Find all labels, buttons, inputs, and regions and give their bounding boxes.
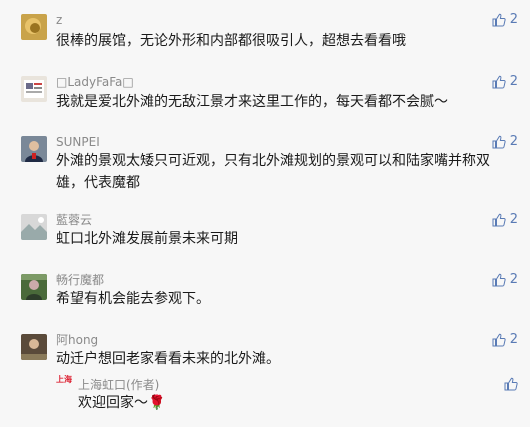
commenter-name[interactable]: SUNPEI <box>56 135 100 149</box>
reply-like-button[interactable] <box>504 376 518 395</box>
like-button[interactable]: 2 <box>492 74 518 89</box>
thumbs-up-icon <box>492 273 506 286</box>
comment-text: 外滩的景观太矮只可近观，只有北外滩规划的景观可以和陆家嘴并称双雄，代表魔都 <box>56 153 490 191</box>
like-count: 2 <box>509 134 518 149</box>
commenter-name[interactable]: 阿hong <box>56 333 98 347</box>
like-button[interactable]: 2 <box>492 12 518 27</box>
like-button[interactable]: 2 <box>492 212 518 227</box>
thumbs-up-icon <box>492 213 506 226</box>
like-button[interactable]: 2 <box>492 332 518 347</box>
comment-text: 虹口北外滩发展前景未来可期 <box>56 231 238 247</box>
thumbs-up-icon <box>492 135 506 148</box>
thumbs-up-icon <box>492 333 506 346</box>
comment-text: 很棒的展馆，无论外形和内部都很吸引人，超想去看看哦 <box>56 33 406 49</box>
avatar[interactable] <box>21 14 47 40</box>
commenter-name[interactable]: 藍蓉云 <box>56 213 92 227</box>
author-name[interactable]: 上海虹口(作者) <box>78 376 159 393</box>
avatar[interactable] <box>21 136 47 162</box>
like-count: 2 <box>509 272 518 287</box>
like-button[interactable]: 2 <box>492 134 518 149</box>
like-count: 2 <box>509 332 518 347</box>
like-count: 2 <box>509 74 518 89</box>
like-count: 2 <box>509 212 518 227</box>
thumbs-up-icon <box>504 377 518 391</box>
comment-text: 动迁户想回老家看看未来的北外滩。 <box>56 351 280 367</box>
author-logo-text: 上海 <box>56 375 72 384</box>
commenter-name[interactable]: z <box>56 13 62 27</box>
thumbs-up-icon <box>492 13 506 26</box>
avatar[interactable] <box>21 334 47 360</box>
like-button[interactable]: 2 <box>492 272 518 287</box>
commenter-name[interactable]: 畅行魔都 <box>56 273 104 287</box>
avatar[interactable] <box>21 76 47 102</box>
comment-text: 希望有机会能去参观下。 <box>56 291 210 307</box>
avatar[interactable] <box>21 214 47 240</box>
comment-text: 我就是爱北外滩的无敌江景才来这里工作的，每天看都不会腻～ <box>56 94 448 110</box>
reply-text: 欢迎回家～🌹 <box>78 395 166 411</box>
commenter-name[interactable]: □LadyFaFa□ <box>56 75 134 89</box>
avatar[interactable] <box>21 274 47 300</box>
thumbs-up-icon <box>492 75 506 88</box>
author-logo: 上海 <box>56 376 74 390</box>
like-count: 2 <box>509 12 518 27</box>
